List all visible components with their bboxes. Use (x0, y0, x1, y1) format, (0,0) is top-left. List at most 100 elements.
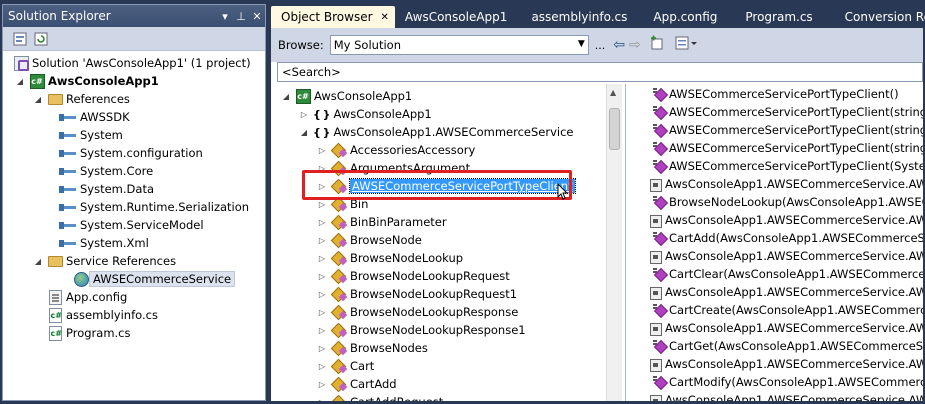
tab-object-browser[interactable]: Object Browser ✕ (271, 6, 395, 28)
expand-arrow-icon[interactable]: ▷ (317, 290, 327, 299)
reference-icon (59, 181, 77, 197)
reference-item[interactable]: System.Data (59, 180, 154, 198)
type-node[interactable]: ▷ BinBinParameter (317, 213, 447, 231)
namespace-node[interactable]: ▷ { } AwsConsoleApp1 (299, 105, 432, 123)
collapse-arrow-icon[interactable]: ◢ (33, 95, 43, 104)
tab-conversion-report[interactable]: Conversion Report (829, 6, 925, 28)
collapse-arrow-icon[interactable]: ◢ (299, 128, 309, 137)
expand-arrow-icon[interactable]: ▷ (317, 398, 327, 402)
reference-item[interactable]: System.Core (59, 162, 153, 180)
member-item[interactable]: CartModify(AwsConsoleApp1.AWSECommerceS (652, 373, 923, 391)
expand-arrow-icon[interactable]: ▷ (317, 218, 327, 227)
reference-item[interactable]: System.Xml (59, 234, 149, 252)
member-item[interactable]: CartGet(AwsConsoleApp1.AWSECommerceServi (652, 337, 923, 355)
collapse-arrow-icon[interactable]: ◢ (15, 77, 25, 86)
expand-arrow-icon[interactable]: ▷ (317, 200, 327, 209)
file-item[interactable]: Program.cs (47, 324, 131, 342)
csharp-project-icon: c# (29, 73, 45, 89)
forward-icon[interactable]: ⇨ (629, 37, 641, 53)
type-node[interactable]: ▷ AccessoriesAccessory (317, 141, 475, 159)
tab-program[interactable]: Program.cs (729, 6, 828, 28)
reference-item[interactable]: System.configuration (59, 144, 203, 162)
member-item[interactable]: AWSECommerceServicePortTypeClient(string… (652, 139, 923, 157)
expand-arrow-icon[interactable]: ▷ (317, 362, 327, 371)
close-icon[interactable]: ✕ (249, 8, 265, 24)
project-node[interactable]: ◢ c# AwsConsoleApp1 (15, 72, 159, 90)
member-item[interactable]: AwsConsoleApp1.AWSECommerceService.AWSE (648, 283, 923, 301)
close-tab-icon[interactable]: ✕ (381, 12, 389, 23)
service-references-node[interactable]: ◢ Service References (33, 252, 176, 270)
tree-root[interactable]: ◢ c# AwsConsoleApp1 (281, 87, 412, 105)
properties-button[interactable] (11, 30, 29, 48)
expand-arrow-icon[interactable]: ▷ (317, 326, 327, 335)
type-node[interactable]: ▷ BrowseNodeLookupResponse (317, 303, 518, 321)
scroll-up-icon[interactable]: ▲ (610, 88, 616, 97)
refresh-button[interactable] (32, 30, 50, 48)
member-item[interactable]: AWSECommerceServicePortTypeClient(string… (652, 121, 923, 139)
references-node[interactable]: ◢ References (33, 90, 130, 108)
type-node[interactable]: ▷ BrowseNodeLookupRequest (317, 267, 510, 285)
member-item[interactable]: AwsConsoleApp1.AWSECommerceService.AWSE (648, 391, 923, 401)
reference-icon (59, 163, 77, 179)
member-label: CartGet(AwsConsoleApp1.AWSECommerceServi (669, 339, 923, 353)
member-item[interactable]: CartAdd(AwsConsoleApp1.AWSECommerceServ (652, 229, 923, 247)
window-position-icon[interactable]: ▾ (217, 8, 233, 24)
type-node[interactable]: ▷ CartAddRequest (317, 393, 443, 401)
member-item[interactable]: CartCreate(AwsConsoleApp1.AWSECommerceSe (652, 301, 923, 319)
expand-arrow-icon[interactable]: ▷ (317, 380, 327, 389)
namespace-node[interactable]: ◢ { } AwsConsoleApp1.AWSECommerceService (299, 123, 574, 141)
member-item[interactable]: AWSECommerceServicePortTypeClient() (652, 85, 899, 103)
tab-assemblyinfo[interactable]: assemblyinfo.cs (517, 6, 641, 28)
type-node[interactable]: ▷ Cart (317, 357, 374, 375)
search-input[interactable]: <Search> (277, 62, 923, 82)
reference-item[interactable]: System.ServiceModel (59, 216, 204, 234)
browse-scope-select[interactable]: My Solution ▼ (329, 35, 589, 55)
reference-item[interactable]: System (59, 126, 123, 144)
expand-arrow-icon[interactable]: ▷ (317, 272, 327, 281)
solution-explorer-title: Solution Explorer (8, 9, 111, 23)
member-item[interactable]: AwsConsoleApp1.AWSECommerceService.AWSE (648, 211, 923, 229)
member-item[interactable]: AwsConsoleApp1.AWSECommerceService.AWSE (648, 319, 923, 337)
tab-app-config[interactable]: App.config (641, 6, 729, 28)
type-node[interactable]: ▷ BrowseNodeLookupResponse1 (317, 321, 526, 339)
file-item[interactable]: assemblyinfo.cs (47, 306, 158, 324)
file-item[interactable]: App.config (47, 288, 127, 306)
expand-arrow-icon[interactable]: ▷ (317, 236, 327, 245)
type-node[interactable]: ▷ BrowseNodes (317, 339, 428, 357)
method-icon (652, 140, 666, 156)
member-item[interactable]: AwsConsoleApp1.AWSECommerceService.AWSE (648, 355, 923, 373)
scrollbar-thumb[interactable] (609, 108, 620, 150)
edit-custom-set-button[interactable]: ... (595, 39, 606, 52)
objects-scrollbar[interactable]: ▲ (606, 84, 622, 401)
type-node[interactable]: ▷ CartAdd (317, 375, 397, 393)
member-item[interactable]: BrowseNodeLookup(AwsConsoleApp1.AWSECom (652, 193, 923, 211)
expand-arrow-icon[interactable]: ▷ (317, 308, 327, 317)
collapse-arrow-icon[interactable]: ◢ (33, 257, 43, 266)
add-to-references-icon[interactable] (649, 35, 665, 55)
solution-node[interactable]: Solution 'AwsConsoleApp1' (1 project) (13, 54, 251, 72)
expand-arrow-icon[interactable]: ▷ (317, 146, 327, 155)
service-reference-item[interactable]: AWSECommerceService (73, 270, 236, 288)
type-node[interactable]: ▷ BrowseNode (317, 231, 422, 249)
class-icon (331, 322, 347, 338)
member-label: AWSECommerceServicePortTypeClient(System… (669, 159, 923, 173)
member-item[interactable]: AwsConsoleApp1.AWSECommerceService.AWSE (648, 247, 923, 265)
reference-item[interactable]: AWSSDK (59, 108, 130, 126)
collapse-arrow-icon[interactable]: ◢ (281, 92, 291, 101)
reference-item[interactable]: System.Runtime.Serialization (59, 198, 249, 216)
member-item[interactable]: CartClear(AwsConsoleApp1.AWSECommerceSe (652, 265, 923, 283)
type-label: BrowseNodeLookupResponse1 (350, 323, 526, 337)
chevron-down-icon: ▼ (577, 39, 585, 49)
expand-arrow-icon[interactable]: ▷ (317, 344, 327, 353)
type-node[interactable]: ▷ BrowseNodeLookup (317, 249, 463, 267)
settings-dropdown-icon[interactable] (675, 35, 699, 55)
member-item[interactable]: AwsConsoleApp1.AWSECommerceService.AWSE (648, 175, 923, 193)
type-node[interactable]: ▷ BrowseNodeLookupRequest1 (317, 285, 517, 303)
pin-icon[interactable]: ⊥ (233, 8, 249, 24)
member-item[interactable]: AWSECommerceServicePortTypeClient(string… (652, 103, 923, 121)
member-item[interactable]: AWSECommerceServicePortTypeClient(System… (652, 157, 923, 175)
back-icon[interactable]: ⇦ (613, 37, 625, 53)
expand-arrow-icon[interactable]: ▷ (317, 254, 327, 263)
expand-arrow-icon[interactable]: ▷ (299, 110, 309, 119)
tab-awsconsoleapp1[interactable]: AwsConsoleApp1 (395, 6, 518, 28)
